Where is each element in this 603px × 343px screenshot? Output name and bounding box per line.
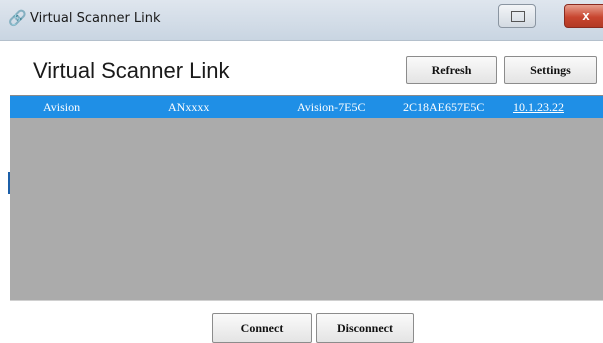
- scanner-row[interactable]: Avision ANxxxx Avision-7E5C 2C18AE657E5C…: [10, 96, 603, 118]
- divider: [10, 300, 603, 301]
- scanner-ip-link[interactable]: 10.1.23.22: [513, 100, 564, 115]
- window-title: Virtual Scanner Link: [30, 11, 161, 26]
- refresh-button[interactable]: Refresh: [406, 56, 497, 84]
- page-title: Virtual Scanner Link: [33, 58, 230, 83]
- restore-button[interactable]: [498, 4, 536, 28]
- connect-button[interactable]: Connect: [212, 313, 312, 343]
- scanner-name: Avision-7E5C: [297, 100, 366, 114]
- scanner-mac: 2C18AE657E5C: [403, 100, 485, 114]
- restore-icon: [511, 11, 525, 22]
- scanner-brand: Avision: [43, 100, 81, 114]
- title-bar: 🔗 Virtual Scanner Link x: [0, 0, 603, 41]
- settings-button[interactable]: Settings: [504, 56, 597, 84]
- close-icon: x: [582, 8, 590, 23]
- scanner-list[interactable]: Avision ANxxxx Avision-7E5C 2C18AE657E5C…: [10, 95, 603, 300]
- close-button[interactable]: x: [564, 4, 603, 28]
- disconnect-button[interactable]: Disconnect: [316, 313, 414, 343]
- scanner-model: ANxxxx: [168, 100, 210, 114]
- link-icon: 🔗: [8, 10, 27, 27]
